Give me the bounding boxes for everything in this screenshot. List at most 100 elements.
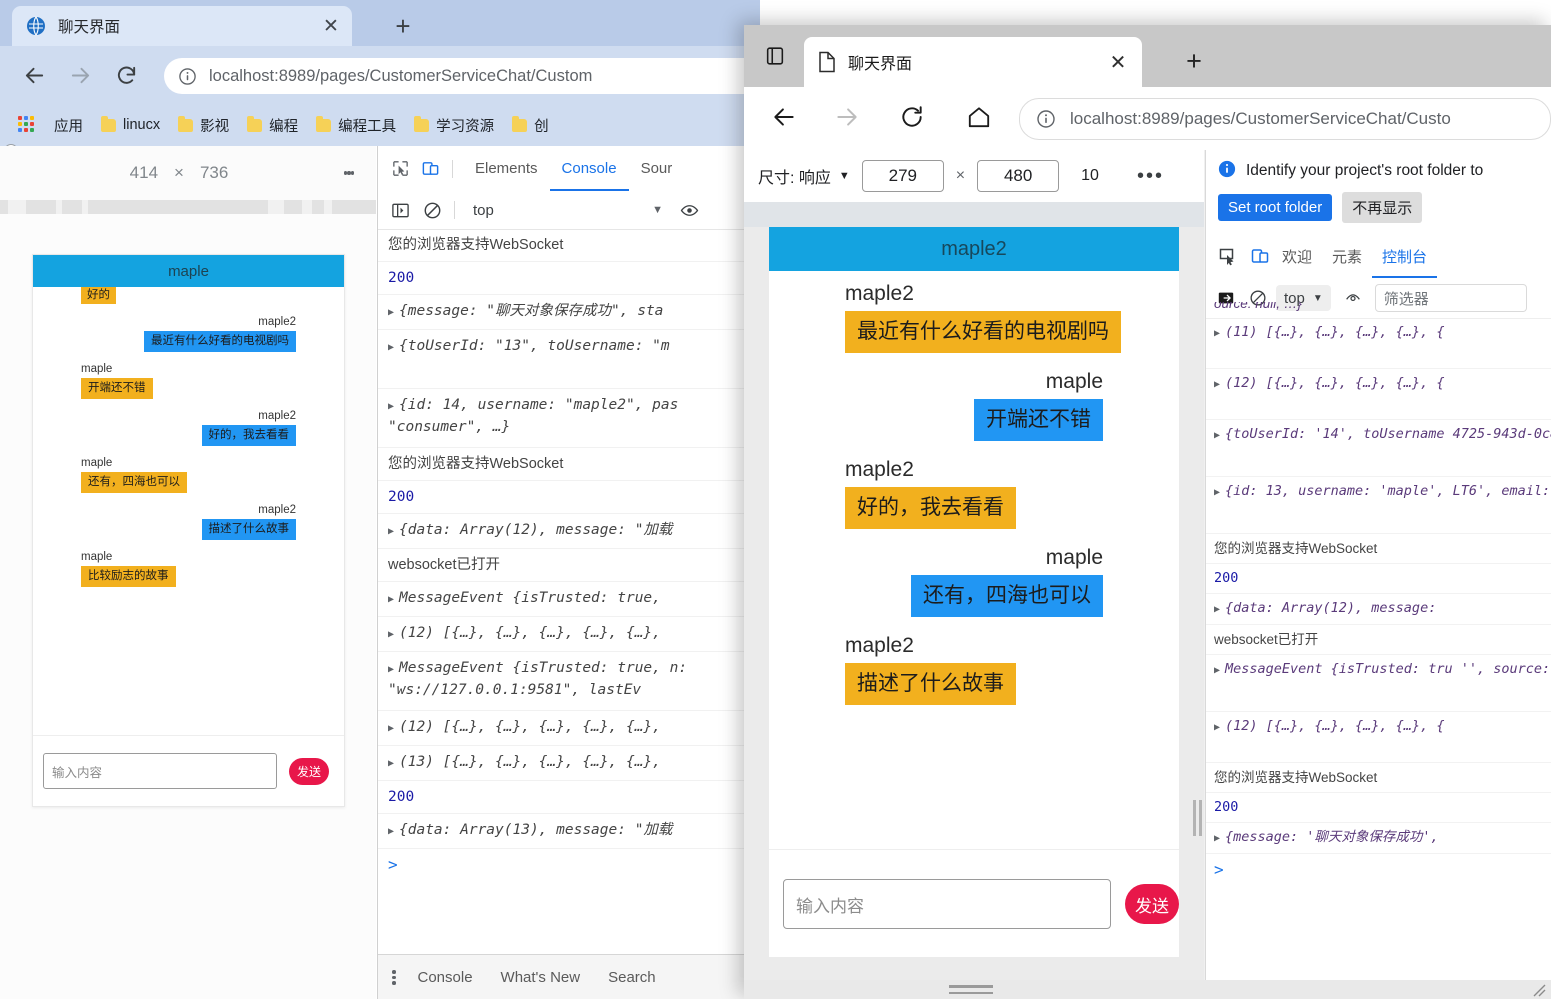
console-output[interactable]: 您的浏览器支持WebSocket 200 ▶ {message: "聊天对象保存成… bbox=[378, 229, 760, 954]
chat-message-list[interactable]: maple2 最近有什么好看的电视剧吗 maple 开端还不错 maple2 好… bbox=[769, 271, 1179, 849]
expand-arrow-icon[interactable]: ▶ bbox=[1214, 324, 1225, 343]
back-icon[interactable] bbox=[764, 97, 804, 137]
forward-icon[interactable] bbox=[64, 59, 96, 91]
expand-arrow-icon[interactable]: ▶ bbox=[388, 303, 399, 323]
console-line[interactable]: ▶ {data: Array(12), message: "加载 bbox=[378, 514, 760, 549]
console-line[interactable]: ▶ (13) [{…}, {…}, {…}, {…}, {…}, bbox=[378, 746, 760, 781]
expand-arrow-icon[interactable]: ▶ bbox=[1214, 661, 1225, 680]
bookmark-film[interactable]: 影视 bbox=[171, 111, 236, 139]
expand-arrow-icon[interactable]: ▶ bbox=[388, 719, 399, 739]
new-tab-button[interactable]: + bbox=[1178, 45, 1210, 77]
chat-message-list[interactable]: 好的 maple2 最近有什么好看的电视剧吗 maple 开端还不错 maple… bbox=[33, 287, 344, 735]
device-toolbar-icon[interactable] bbox=[418, 157, 442, 181]
home-icon[interactable] bbox=[959, 97, 999, 137]
expand-arrow-icon[interactable]: ▶ bbox=[388, 625, 399, 645]
expand-arrow-icon[interactable]: ▶ bbox=[1214, 600, 1225, 619]
drawer-tab-whats-new[interactable]: What's New bbox=[487, 969, 595, 986]
expand-arrow-icon[interactable]: ▶ bbox=[388, 397, 399, 417]
console-line[interactable]: ▶ {id: 13, username: 'maple', LT6', email… bbox=[1206, 477, 1551, 534]
expand-arrow-icon[interactable]: ▶ bbox=[388, 660, 399, 680]
console-line[interactable]: ▶ {data: Array(12), message: bbox=[1206, 594, 1551, 625]
send-button[interactable]: 发送 bbox=[289, 757, 329, 785]
tab-console[interactable]: 控制台 bbox=[1372, 234, 1437, 278]
device-height[interactable]: 736 bbox=[200, 163, 228, 183]
chevron-down-icon[interactable]: ▼ bbox=[839, 170, 850, 182]
expand-arrow-icon[interactable]: ▶ bbox=[388, 822, 399, 842]
device-height-input[interactable]: 480 bbox=[977, 160, 1060, 192]
console-prompt[interactable]: > bbox=[378, 849, 760, 880]
expand-arrow-icon[interactable]: ▶ bbox=[388, 338, 399, 358]
console-line[interactable]: ▶ (11) [{…}, {…}, {…}, {…}, { bbox=[1206, 318, 1551, 369]
console-output[interactable]: ▶ (11) [{…}, {…}, {…}, {…}, { ▶ (12) [{…},… bbox=[1206, 318, 1551, 954]
close-icon[interactable]: ✕ bbox=[318, 13, 344, 39]
console-line[interactable]: ▶ MessageEvent {isTrusted: tru '', source… bbox=[1206, 655, 1551, 712]
eye-icon[interactable] bbox=[677, 198, 701, 222]
console-line[interactable]: ▶ (12) [{…}, {…}, {…}, {…}, { bbox=[1206, 369, 1551, 420]
console-line[interactable]: ▶ (12) [{…}, {…}, {…}, {…}, {…}, bbox=[378, 617, 760, 652]
chat-message-input[interactable]: 输入内容 bbox=[783, 879, 1111, 929]
console-line[interactable]: ▶ {message: '聊天对象保存成功', bbox=[1206, 823, 1551, 854]
tab-welcome[interactable]: 欢迎 bbox=[1272, 234, 1322, 278]
console-line[interactable]: ▶ (12) [{…}, {…}, {…}, {…}, {…}, bbox=[378, 711, 760, 746]
tab-actions-icon[interactable] bbox=[758, 41, 792, 71]
console-line[interactable]: ▶ {id: 14, username: "maple2", pas "consu… bbox=[378, 389, 760, 448]
new-tab-button[interactable]: + bbox=[386, 10, 420, 42]
clear-console-icon[interactable] bbox=[420, 198, 444, 222]
window-resize-corner[interactable] bbox=[1529, 980, 1547, 998]
back-icon[interactable] bbox=[18, 59, 50, 91]
dismiss-button[interactable]: 不再显示 bbox=[1342, 192, 1423, 223]
chat-message-input[interactable]: 输入内容 bbox=[43, 753, 277, 789]
device-toolbar-icon[interactable] bbox=[1248, 244, 1272, 268]
console-line[interactable]: ▶ {message: "聊天对象保存成功", sta bbox=[378, 295, 760, 330]
expand-arrow-icon[interactable]: ▶ bbox=[1214, 718, 1225, 737]
inspect-element-icon[interactable] bbox=[388, 157, 412, 181]
console-line[interactable]: ▶ {data: Array(13), message: "加载 bbox=[378, 814, 760, 849]
device-more-icon[interactable]: ••• bbox=[1137, 165, 1164, 188]
apps-grid-icon[interactable] bbox=[18, 116, 36, 134]
browser-tab[interactable]: 聊天界面 ✕ bbox=[804, 37, 1142, 87]
bookmark-study-resources[interactable]: 学习资源 bbox=[407, 111, 501, 139]
device-size-label[interactable]: 尺寸: 响应 bbox=[758, 164, 831, 188]
drawer-tab-search[interactable]: Search bbox=[594, 969, 670, 986]
device-more-menu-icon[interactable] bbox=[336, 160, 362, 186]
bookmark-create[interactable]: 创 bbox=[505, 111, 556, 139]
drawer-tab-console[interactable]: Console bbox=[404, 969, 487, 986]
sidebar-toggle-icon[interactable] bbox=[388, 198, 412, 222]
close-icon[interactable]: ✕ bbox=[1104, 48, 1132, 76]
window-drag-grip[interactable] bbox=[949, 985, 993, 994]
bookmark-apps[interactable]: 应用 bbox=[40, 111, 90, 139]
bookmark-programming[interactable]: 编程 bbox=[240, 111, 305, 139]
device-width-input[interactable]: 279 bbox=[861, 160, 944, 192]
device-zoom-value[interactable]: 10 bbox=[1081, 167, 1099, 185]
set-root-folder-button[interactable]: Set root folder bbox=[1218, 194, 1333, 221]
inspect-element-icon[interactable] bbox=[1216, 244, 1240, 268]
reload-icon[interactable] bbox=[110, 59, 142, 91]
expand-arrow-icon[interactable]: ▶ bbox=[388, 590, 399, 610]
expand-arrow-icon[interactable]: ▶ bbox=[1214, 483, 1225, 502]
tab-console[interactable]: Console bbox=[550, 147, 629, 191]
browser-tab[interactable]: 聊天界面 ✕ bbox=[12, 6, 352, 46]
expand-arrow-icon[interactable]: ▶ bbox=[1214, 426, 1225, 445]
expand-arrow-icon[interactable]: ▶ bbox=[388, 522, 399, 542]
tab-elements[interactable]: 元素 bbox=[1322, 234, 1372, 278]
reload-icon[interactable] bbox=[892, 97, 932, 137]
bookmark-linucx[interactable]: linucx bbox=[94, 111, 167, 139]
expand-arrow-icon[interactable]: ▶ bbox=[1214, 829, 1225, 848]
console-line[interactable]: ▶ (12) [{…}, {…}, {…}, {…}, { bbox=[1206, 712, 1551, 763]
expand-arrow-icon[interactable]: ▶ bbox=[388, 754, 399, 774]
drawer-more-icon[interactable] bbox=[392, 968, 396, 987]
tab-sources[interactable]: Sour bbox=[629, 147, 685, 191]
console-line[interactable]: ▶ {toUserId: '14', toUsername 4725-943d-0… bbox=[1206, 420, 1551, 477]
bookmark-programming-tools[interactable]: 编程工具 bbox=[309, 111, 403, 139]
address-bar[interactable]: localhost:8989/pages/CustomerServiceChat… bbox=[164, 58, 760, 94]
context-selector[interactable]: top ▼ bbox=[473, 198, 663, 222]
expand-arrow-icon[interactable]: ▶ bbox=[1214, 375, 1225, 394]
devtools-resize-handle[interactable] bbox=[1191, 797, 1203, 839]
console-line[interactable]: ▶ {toUserId: "13", toUsername: "m bbox=[378, 330, 760, 389]
device-width[interactable]: 414 bbox=[130, 163, 158, 183]
console-prompt[interactable]: > bbox=[1206, 854, 1551, 885]
send-button[interactable]: 发送 bbox=[1124, 884, 1179, 924]
address-bar[interactable]: localhost:8989/pages/CustomerServiceChat… bbox=[1019, 98, 1551, 140]
console-line[interactable]: ▶ MessageEvent {isTrusted: true, n: "ws:/… bbox=[378, 652, 760, 711]
tab-elements[interactable]: Elements bbox=[463, 147, 550, 191]
